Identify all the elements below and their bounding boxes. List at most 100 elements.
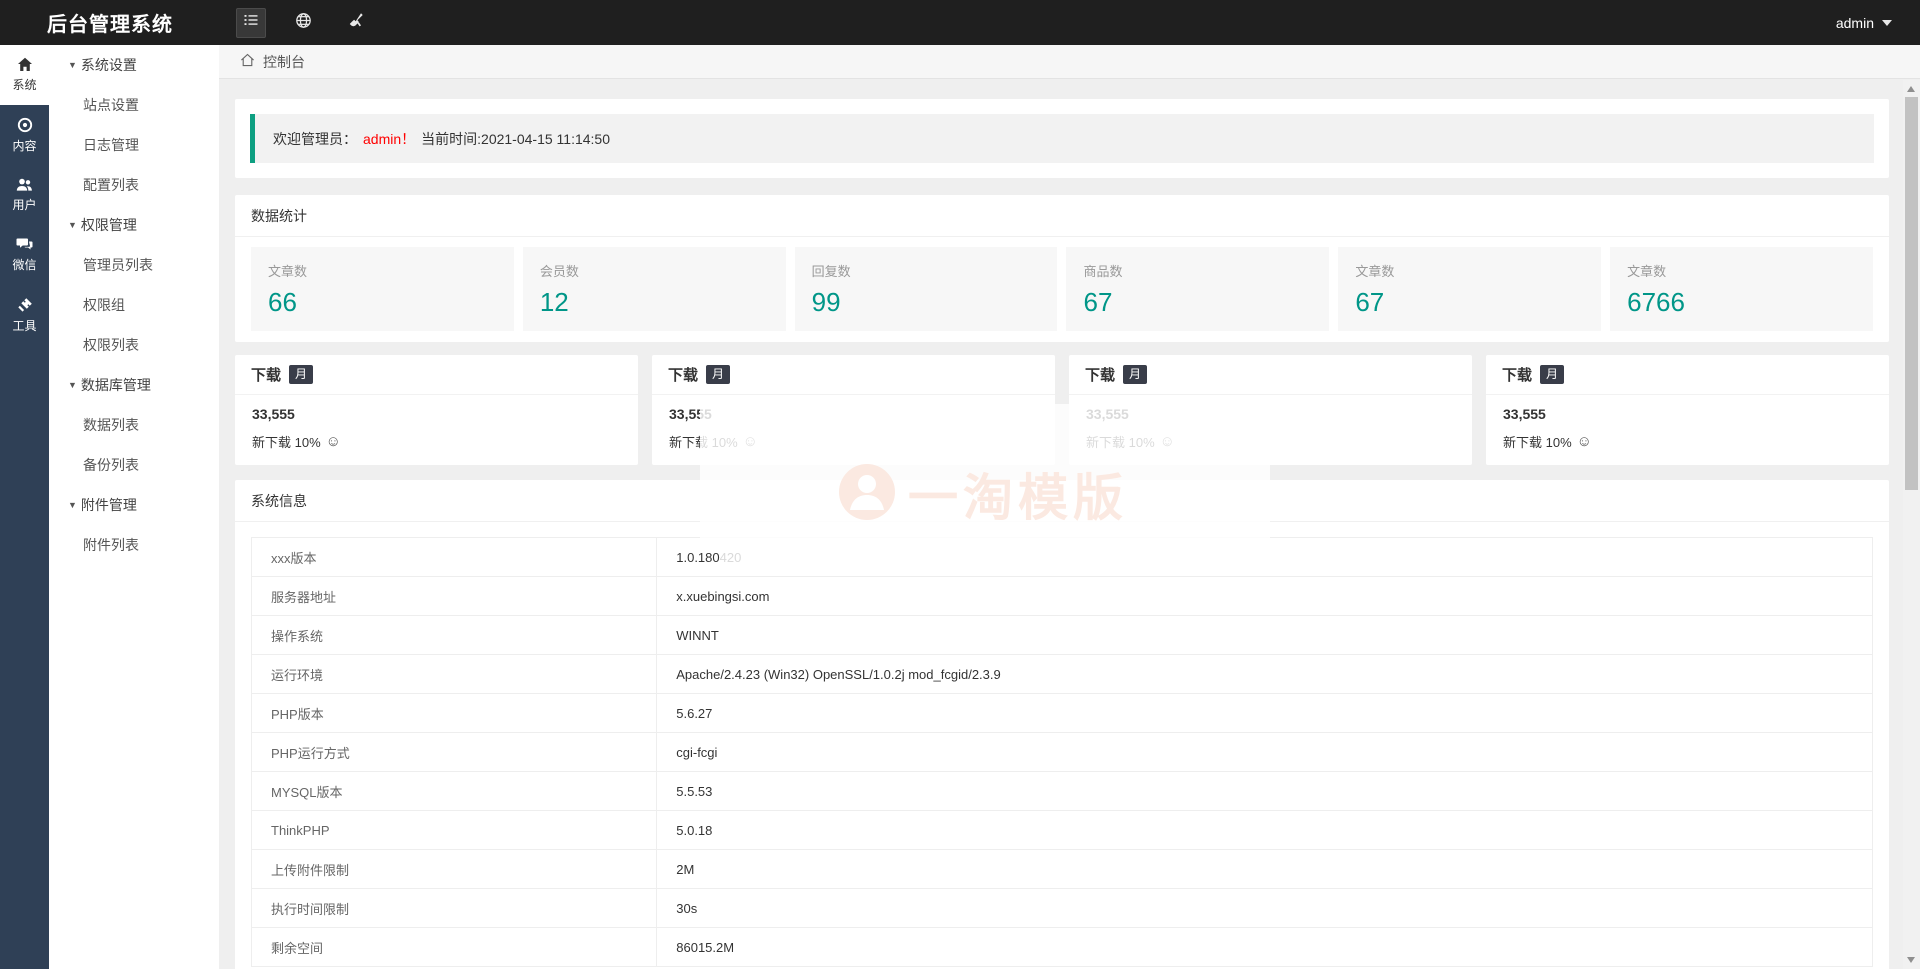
vertical-scrollbar[interactable] <box>1903 80 1920 969</box>
info-row-value: WINNT <box>656 615 1873 655</box>
menu-item[interactable]: ▼数据列表 <box>49 405 219 445</box>
sidebar-item-tools[interactable]: 工具 <box>0 285 49 345</box>
menu-item[interactable]: ▼附件列表 <box>49 525 219 565</box>
info-row-value: 5.0.18 <box>656 810 1873 850</box>
header-toolbar <box>236 7 370 38</box>
menu-item-label: 附件列表 <box>83 537 139 553</box>
stat-card-value: 66 <box>268 287 297 317</box>
welcome-admin-name: admin！ <box>363 130 416 147</box>
stat-card: 回复数 99 <box>794 247 1058 331</box>
scroll-down-arrow[interactable] <box>1907 957 1915 963</box>
breadcrumb: 控制台 <box>219 45 1920 79</box>
menu-item[interactable]: ▼备份列表 <box>49 445 219 485</box>
app-frame: 后台管理系统 admin 系统 内容 用户 微信 工具 ▼ 系统设置 站点设置 … <box>0 0 1920 969</box>
sidebar-item-label: 用户 <box>12 198 37 212</box>
wechat-comments-icon <box>16 237 33 252</box>
menu-item-label: 系统设置 <box>80 57 137 73</box>
info-row-value: Apache/2.4.23 (Win32) OpenSSL/1.0.2j mod… <box>656 654 1873 694</box>
menu-item[interactable]: ▼管理员列表 <box>49 245 219 285</box>
menu-item[interactable]: ▼日志管理 <box>49 125 219 165</box>
breadcrumb-label[interactable]: 控制台 <box>263 52 305 72</box>
menu-item[interactable]: ▼ 权限管理 <box>49 205 219 245</box>
sidebar-item-content[interactable]: 内容 <box>0 105 49 165</box>
statistics-panel-title: 数据统计 <box>235 195 1889 237</box>
stat-card: 商品数 67 <box>1066 247 1330 331</box>
download-card: 下载 月 33,555 新下载 10% ☺ <box>235 355 638 465</box>
info-row-label: PHP运行方式 <box>250 732 658 772</box>
stat-card-value: 12 <box>539 287 569 317</box>
menu-item[interactable]: ▼权限列表 <box>49 325 219 365</box>
stat-card-row: 文章数 66 会员数 12 回复数 99 商品数 67 文章数 67 文章数 6… <box>235 237 1889 331</box>
menu-item[interactable]: ▼ 附件管理 <box>49 485 219 525</box>
table-row: xxx版本 1.0.180420 <box>250 537 1873 577</box>
statistics-panel: 数据统计 文章数 66 会员数 12 回复数 99 商品数 67 文章数 67 … <box>235 195 1889 342</box>
collapse-menu-button[interactable] <box>236 7 266 38</box>
menu-item[interactable]: ▼站点设置 <box>49 85 219 125</box>
table-row: 服务器地址 x.xuebingsi.com <box>250 576 1873 616</box>
clear-cache-button[interactable] <box>340 8 370 38</box>
brush-icon <box>347 12 364 34</box>
download-card-header: 下载 月 <box>235 355 638 395</box>
new-download-label: 新下载 10% <box>1503 435 1572 450</box>
scroll-up-arrow[interactable] <box>1907 86 1915 92</box>
menu-item[interactable]: ▼权限组 <box>49 285 219 325</box>
stat-card: 文章数 66 <box>251 247 514 331</box>
smiley-icon: ☺ <box>325 433 341 450</box>
download-subtext: 新下载 10% ☺ <box>1503 432 1872 451</box>
info-row-label: xxx版本 <box>250 537 658 577</box>
watermark-overlay <box>700 404 1270 540</box>
download-card-title: 下载 <box>1085 367 1116 384</box>
top-header: 后台管理系统 admin <box>0 0 1920 45</box>
info-row-value: 5.5.53 <box>656 771 1873 811</box>
stat-card: 会员数 12 <box>522 247 786 331</box>
menu-item-label: 数据列表 <box>83 417 139 433</box>
menu-item[interactable]: ▼ 数据库管理 <box>49 365 219 405</box>
table-row: 操作系统 WINNT <box>250 615 1873 655</box>
info-row-label: 执行时间限制 <box>250 888 658 928</box>
menu-item[interactable]: ▼配置列表 <box>49 165 219 205</box>
download-count: 33,555 <box>1503 406 1546 422</box>
stat-card-value: 67 <box>1083 287 1113 317</box>
sidebar-item-users[interactable]: 用户 <box>0 165 49 225</box>
download-card-header: 下载 月 <box>652 355 1055 395</box>
content-icon <box>17 117 33 133</box>
table-row: 上传附件限制 2M <box>250 849 1873 889</box>
info-row-label: 操作系统 <box>250 615 658 655</box>
menu-item-label: 配置列表 <box>83 177 139 193</box>
info-row-value: x.xuebingsi.com <box>656 576 1873 616</box>
info-row-value: 30s <box>656 888 1873 928</box>
globe-button[interactable] <box>288 8 318 38</box>
menu-item-label: 日志管理 <box>83 137 139 153</box>
info-row-label: MYSQL版本 <box>250 771 658 811</box>
table-row: ThinkPHP 5.0.18 <box>250 810 1873 850</box>
scrollbar-thumb[interactable] <box>1905 97 1918 490</box>
download-card-header: 下载 月 <box>1486 355 1889 395</box>
sidebar-item-system[interactable]: 系统 <box>0 45 49 105</box>
stat-card-value: 67 <box>1355 287 1385 317</box>
download-card-header: 下载 月 <box>1069 355 1472 395</box>
user-dropdown[interactable]: admin <box>1836 15 1892 31</box>
welcome-quote: 欢迎管理员： admin！ 当前时间:2021-04-15 11:14:50 <box>250 114 1874 163</box>
stat-card-label: 会员数 <box>539 264 579 279</box>
chevron-down-icon <box>1882 19 1892 26</box>
menu-item-label: 权限组 <box>83 297 125 313</box>
download-subtext: 新下载 10% ☺ <box>252 432 621 451</box>
table-row: MYSQL版本 5.5.53 <box>250 771 1873 811</box>
menu-item-label: 权限列表 <box>83 337 139 353</box>
app-title: 后台管理系统 <box>47 14 173 36</box>
system-info-table: xxx版本 1.0.180420 服务器地址 x.xuebingsi.com 操… <box>250 537 1873 967</box>
new-download-label: 新下载 10% <box>252 435 321 450</box>
download-card-title: 下载 <box>251 367 282 384</box>
menu-item[interactable]: ▼ 系统设置 <box>49 45 219 85</box>
primary-sidebar: 系统 内容 用户 微信 工具 <box>0 45 49 969</box>
info-row-label: 服务器地址 <box>250 576 658 616</box>
welcome-current-time: 当前时间:2021-04-15 11:14:50 <box>421 130 610 147</box>
info-row-value: 86015.2M <box>656 927 1873 967</box>
sidebar-item-wechat[interactable]: 微信 <box>0 225 49 285</box>
sidebar-item-label: 系统 <box>12 78 37 92</box>
table-row: 运行环境 Apache/2.4.23 (Win32) OpenSSL/1.0.2… <box>250 654 1873 694</box>
download-card-title: 下载 <box>1502 367 1533 384</box>
menu-item-label: 备份列表 <box>83 457 139 473</box>
month-badge: 月 <box>1540 365 1565 384</box>
info-row-label: PHP版本 <box>250 693 658 733</box>
